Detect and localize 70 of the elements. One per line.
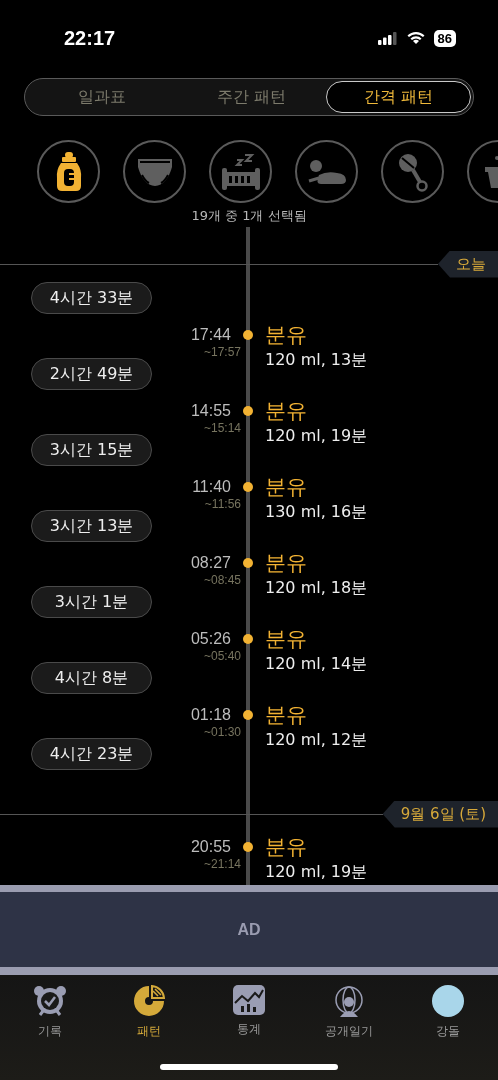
date-tag: 오늘: [438, 250, 498, 278]
entry-title: 분유: [265, 474, 308, 501]
rattle-icon: [397, 151, 428, 192]
date-tag: 9월 6일 (토): [382, 800, 498, 828]
entry-detail: 120 ml, 14분: [265, 653, 369, 675]
interval-pill: 3시간 15분: [31, 434, 152, 466]
entry-title: 분유: [265, 398, 308, 425]
chart-icon: [233, 985, 265, 1015]
tab-item[interactable]: 공개일기: [298, 983, 399, 1045]
entry-title: 분유: [265, 702, 308, 729]
entry-detail: 130 ml, 16분: [265, 501, 369, 523]
start-time: 01:18: [190, 705, 231, 725]
entry-title: 분유: [265, 626, 308, 653]
timeline-dot: [243, 710, 253, 720]
interval-pill: 3시간 13분: [31, 510, 152, 542]
interval-pill: 3시간 1분: [31, 586, 152, 618]
interval-pill: 4시간 23분: [31, 738, 152, 770]
start-time: 17:44: [190, 325, 231, 345]
end-time: ~17:57: [203, 345, 241, 359]
crib-icon: [220, 153, 261, 190]
selection-caption: 19개 중 1개 선택됨: [190, 207, 308, 225]
entry-detail: 120 ml, 18분: [265, 577, 369, 599]
timeline-dot: [243, 330, 253, 340]
baby-lying-icon: [306, 158, 347, 185]
start-time: 05:26: [190, 629, 231, 649]
end-time: ~08:45: [203, 573, 241, 587]
timeline-dot: [243, 558, 253, 568]
start-time: 14:55: [190, 401, 231, 421]
end-time: ~01:30: [203, 725, 241, 739]
signal-icon: [377, 31, 398, 45]
avatar-icon: [432, 985, 465, 1017]
globe-person-icon: [332, 985, 365, 1017]
entry-detail: 120 ml, 19분: [265, 425, 369, 447]
tab-item[interactable]: 강돌: [398, 983, 498, 1045]
tab-item[interactable]: 패턴: [99, 983, 200, 1045]
end-time: ~11:56: [204, 497, 241, 511]
timeline-dot: [243, 482, 253, 492]
alarm-clock-icon: [32, 985, 67, 1017]
category-button[interactable]: [37, 140, 100, 203]
entry-title: 분유: [265, 322, 308, 349]
segment-tab[interactable]: 주간 패턴: [176, 81, 326, 113]
segment-tab[interactable]: 일과표: [27, 81, 177, 113]
diaper-icon: [136, 156, 173, 187]
entry-detail: 120 ml, 12분: [265, 729, 369, 751]
timeline-dot: [243, 634, 253, 644]
status-time: 22:17: [64, 26, 116, 50]
tab-item[interactable]: 기록: [0, 983, 100, 1045]
bottle-icon: [54, 151, 83, 192]
entry-detail: 120 ml, 13분: [265, 349, 369, 371]
timeline-dot: [243, 406, 253, 416]
ad-label: AD: [237, 920, 261, 939]
start-time: 08:27: [190, 553, 231, 573]
pie-chart-icon: [133, 985, 166, 1017]
interval-pill: 4시간 33분: [31, 282, 152, 314]
end-time: ~05:40: [203, 649, 241, 663]
ad-banner[interactable]: AD: [0, 885, 498, 975]
segment-tab[interactable]: 간격 패턴: [326, 81, 471, 113]
entry-detail: 120 ml, 19분: [265, 861, 369, 883]
battery-indicator: 86: [433, 29, 456, 47]
interval-pill: 2시간 49분: [31, 358, 152, 390]
wifi-icon: [405, 31, 426, 45]
entry-title: 분유: [265, 834, 308, 861]
end-time: ~21:14: [203, 857, 241, 871]
start-time: 11:40: [192, 477, 231, 497]
end-time: ~15:14: [203, 421, 241, 435]
interval-pill: 4시간 8분: [31, 662, 152, 694]
start-time: 20:55: [190, 837, 231, 857]
entry-title: 분유: [265, 550, 308, 577]
tab-item[interactable]: 통계: [199, 983, 299, 1045]
timeline-dot: [243, 842, 253, 852]
